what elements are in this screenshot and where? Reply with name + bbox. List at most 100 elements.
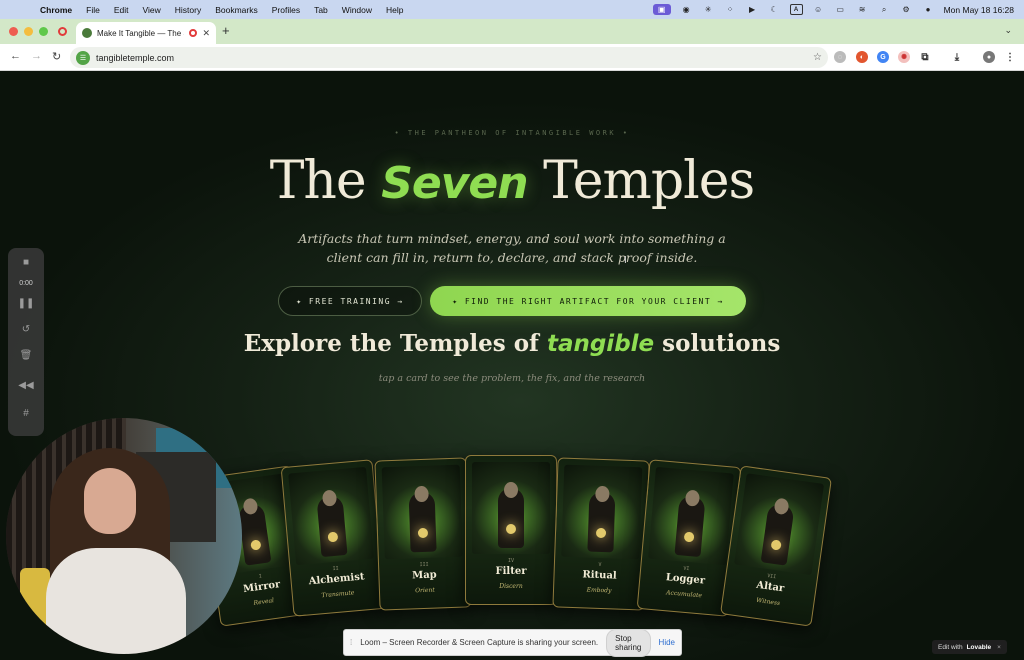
play-circle-icon[interactable]: ▶ <box>746 4 759 15</box>
card-filter[interactable]: IV Filter Discern <box>465 455 557 605</box>
control-center-icon[interactable]: ⚙ <box>900 4 913 15</box>
rewind-icon[interactable]: ◀◀ <box>8 380 44 391</box>
card-alchemist[interactable]: II Alchemist Transmute <box>280 459 386 617</box>
menu-help[interactable]: Help <box>386 5 403 15</box>
site-favicon-icon <box>82 28 92 38</box>
search-icon[interactable]: ⌕ <box>878 4 891 15</box>
card-verb: Orient <box>415 586 435 595</box>
screen-record-icon[interactable]: ▣ <box>652 4 671 15</box>
back-button[interactable]: ← <box>10 50 21 62</box>
card-ritual[interactable]: V Ritual Embody <box>552 457 650 611</box>
menu-view[interactable]: View <box>142 5 160 15</box>
badge-prefix: Edit with <box>938 643 963 651</box>
window-controls <box>9 27 48 36</box>
menu-profiles[interactable]: Profiles <box>272 5 300 15</box>
menu-bookmarks[interactable]: Bookmarks <box>215 5 258 15</box>
card-verb: Accumulate <box>665 589 703 600</box>
address-bar[interactable]: ☰ tangibletemple.com ☆ <box>70 47 828 68</box>
forward-button[interactable]: → <box>31 50 42 62</box>
zoom-window-button[interactable] <box>39 27 48 36</box>
page-title: The Seven Temples <box>0 151 1024 211</box>
loom-camera-bubble[interactable] <box>6 418 242 654</box>
title-accent: Seven <box>381 158 528 209</box>
extensions-puzzle-icon[interactable]: ⧉ <box>919 51 931 63</box>
recording-indicator-icon <box>58 27 67 36</box>
stop-sharing-button[interactable]: Stop sharing <box>606 628 651 657</box>
card-verb: Transmute <box>321 589 355 600</box>
section-title-suffix: solutions <box>654 330 781 357</box>
chrome-menu-icon[interactable]: ⋮ <box>1004 51 1016 63</box>
reload-button[interactable]: ↻ <box>52 50 61 63</box>
menu-tab[interactable]: Tab <box>314 5 328 15</box>
edit-with-lovable-badge[interactable]: Edit with Lovable × <box>932 640 1007 654</box>
find-artifact-button[interactable]: ✦ FIND THE RIGHT ARTIFACT FOR YOUR CLIEN… <box>430 286 746 316</box>
moon-icon[interactable]: ☾ <box>768 4 781 15</box>
lovable-brand: Lovable <box>966 643 992 651</box>
menu-file[interactable]: File <box>86 5 100 15</box>
card-art <box>472 462 550 554</box>
close-tab-icon[interactable]: ✕ <box>202 28 210 39</box>
screen-sharing-notice: ⁞ Loom – Screen Recorder & Screen Captur… <box>343 628 682 657</box>
profile-avatar[interactable]: ● <box>983 51 995 63</box>
menu-history[interactable]: History <box>175 5 201 15</box>
menu-app-name[interactable]: Chrome <box>40 5 72 15</box>
battery-icon[interactable]: ▭ <box>834 4 847 15</box>
close-badge-icon[interactable]: × <box>997 644 1001 651</box>
close-window-button[interactable] <box>9 27 18 36</box>
title-prefix: The <box>269 151 382 211</box>
input-source-icon[interactable]: A <box>789 4 803 15</box>
card-art <box>381 464 463 560</box>
tab-search-chevron-icon[interactable]: ⌄ <box>1004 25 1012 36</box>
extension-pink-icon[interactable]: ✺ <box>898 51 910 63</box>
restart-icon[interactable]: ↺ <box>8 324 44 335</box>
bookmark-star-icon[interactable]: ☆ <box>813 52 822 63</box>
card-art <box>648 466 734 566</box>
delete-icon[interactable]: 🗑 <box>8 350 44 361</box>
user-circle-icon[interactable]: ☺ <box>812 4 825 15</box>
google-extension-icon[interactable]: G <box>877 51 889 63</box>
extension-circle-icon[interactable]: ◌ <box>834 51 846 63</box>
sharing-message: Loom – Screen Recorder & Screen Capture … <box>360 638 599 647</box>
download-icon[interactable]: ⤓ <box>951 51 963 63</box>
hero-subtitle: Artifacts that turn mindset, energy, and… <box>298 231 726 265</box>
loom-timer: 0:00 <box>19 280 33 287</box>
browser-tab-strip: Make It Tangible — The Se ✕ + ⌄ <box>0 19 1024 44</box>
minimize-window-button[interactable] <box>24 27 33 36</box>
extension-red-icon[interactable]: ◐ <box>856 51 868 63</box>
card-name: Map <box>411 569 437 582</box>
pause-icon[interactable]: ❚❚ <box>8 298 44 309</box>
loom-icon[interactable]: ◉ <box>680 4 693 15</box>
stop-recording-icon[interactable]: ■ <box>8 257 44 268</box>
site-info-icon[interactable]: ☰ <box>76 50 90 65</box>
macos-menu-bar: Chrome File Edit View History Bookmarks … <box>0 0 1024 19</box>
sun-icon[interactable]: ✳ <box>702 4 715 15</box>
hide-button[interactable]: Hide <box>659 638 675 647</box>
menu-window[interactable]: Window <box>342 5 372 15</box>
wifi-icon[interactable]: ≋ <box>856 4 869 15</box>
tab-recording-icon <box>189 29 198 37</box>
menu-edit[interactable]: Edit <box>114 5 129 15</box>
siri-icon[interactable]: ● <box>922 4 935 15</box>
new-tab-button[interactable]: + <box>222 23 230 38</box>
title-suffix: Temples <box>527 151 755 211</box>
free-training-button[interactable]: ✦ FREE TRAINING → <box>278 286 422 316</box>
drag-handle-icon[interactable]: ⁞ <box>350 638 352 647</box>
tab-title: Make It Tangible — The Se <box>97 28 185 38</box>
card-verb: Discern <box>499 583 523 590</box>
card-number: IV <box>507 558 515 564</box>
hero-eyebrow: • THE PANTHEON OF INTANGIBLE WORK • <box>394 129 630 137</box>
section-title-accent: tangible <box>546 331 655 357</box>
mouse-cursor-icon: I <box>624 255 627 266</box>
card-name: Ritual <box>582 569 617 582</box>
url-text[interactable]: tangibletemple.com <box>96 53 807 63</box>
card-map[interactable]: III Map Orient <box>374 457 472 611</box>
tab-active[interactable]: Make It Tangible — The Se ✕ <box>76 22 216 44</box>
card-altar[interactable]: VII Altar Witness <box>720 465 832 627</box>
card-art <box>561 464 643 560</box>
section-hint: tap a card to see the problem, the fix, … <box>378 373 646 384</box>
card-art <box>288 466 374 566</box>
grid-icon[interactable]: ⁘ <box>724 4 737 15</box>
menu-clock[interactable]: Mon May 18 16:28 <box>944 5 1014 15</box>
card-verb: Embody <box>586 586 612 595</box>
section-title: Explore the Temples of tangible solution… <box>0 330 1024 357</box>
